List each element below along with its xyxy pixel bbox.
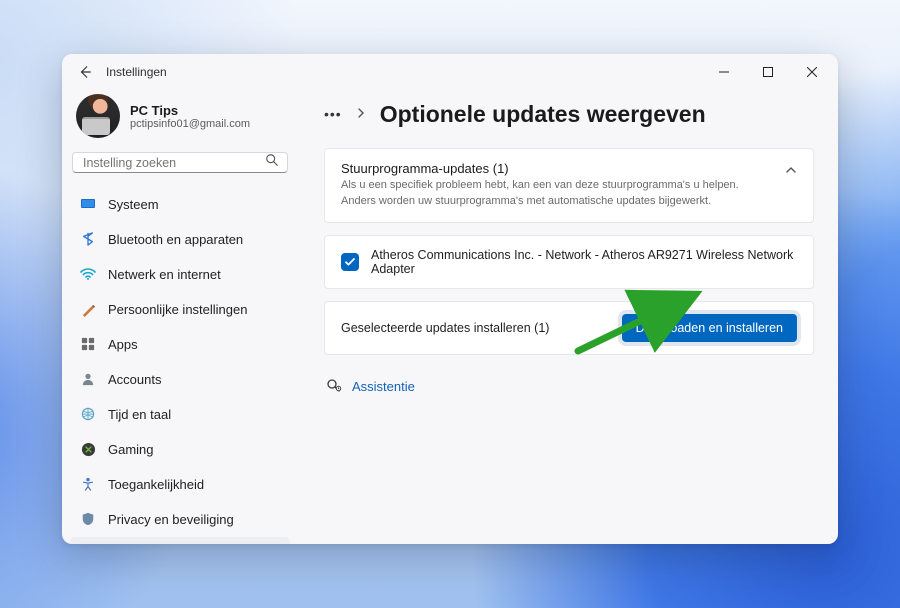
breadcrumb: ••• Optionele updates weergeven xyxy=(324,92,814,136)
sidebar-item-label: Systeem xyxy=(108,197,159,212)
maximize-button[interactable] xyxy=(746,58,790,86)
minimize-button[interactable] xyxy=(702,58,746,86)
sidebar-item-label: Netwerk en internet xyxy=(108,267,221,282)
accessibility-icon xyxy=(80,476,96,492)
search-box[interactable] xyxy=(72,152,288,173)
close-button[interactable] xyxy=(790,58,834,86)
shield-icon xyxy=(80,511,96,527)
sidebar-item-label: Bluetooth en apparaten xyxy=(108,232,243,247)
profile-block[interactable]: PC Tips pctipsinfo01@gmail.com xyxy=(70,90,290,152)
page-title: Optionele updates weergeven xyxy=(380,101,706,128)
help-link[interactable]: Assistentie xyxy=(352,379,415,394)
profile-email: pctipsinfo01@gmail.com xyxy=(130,118,250,130)
sidebar-item-time[interactable]: Tijd en taal xyxy=(70,397,290,431)
install-selected-card: Geselecteerde updates installeren (1) Do… xyxy=(324,301,814,355)
sidebar-item-personalization[interactable]: Persoonlijke instellingen xyxy=(70,292,290,326)
bluetooth-icon xyxy=(80,231,96,247)
help-row: Assistentie xyxy=(324,377,814,396)
apps-icon xyxy=(80,336,96,352)
download-install-button[interactable]: Downloaden en installeren xyxy=(622,314,797,342)
install-selected-label: Geselecteerde updates installeren (1) xyxy=(341,321,610,335)
breadcrumb-overflow-icon[interactable]: ••• xyxy=(324,106,342,122)
help-icon xyxy=(326,377,342,396)
profile-name: PC Tips xyxy=(130,103,250,118)
sidebar: PC Tips pctipsinfo01@gmail.com Systeem B… xyxy=(62,90,298,544)
sidebar-item-label: Privacy en beveiliging xyxy=(108,512,234,527)
search-input[interactable] xyxy=(81,155,265,171)
driver-updates-subtitle: Als u een specifiek probleem hebt, kan e… xyxy=(341,178,761,210)
sidebar-item-label: Tijd en taal xyxy=(108,407,171,422)
chevron-right-icon xyxy=(356,107,366,121)
sidebar-item-gaming[interactable]: Gaming xyxy=(70,432,290,466)
sidebar-item-system[interactable]: Systeem xyxy=(70,187,290,221)
display-icon xyxy=(80,196,96,212)
sidebar-item-label: Apps xyxy=(108,337,138,352)
titlebar: Instellingen xyxy=(62,54,838,90)
sidebar-item-label: Toegankelijkheid xyxy=(108,477,204,492)
sidebar-item-label: Gaming xyxy=(108,442,154,457)
back-button[interactable] xyxy=(76,65,94,79)
settings-window: Instellingen PC Tips pctipsinfo01@gmail.… xyxy=(62,54,838,544)
sidebar-item-label: Accounts xyxy=(108,372,161,387)
sidebar-item-network[interactable]: Netwerk en internet xyxy=(70,257,290,291)
sidebar-item-bluetooth[interactable]: Bluetooth en apparaten xyxy=(70,222,290,256)
gaming-icon xyxy=(80,441,96,457)
main-content: ••• Optionele updates weergeven Stuurpro… xyxy=(298,90,838,544)
sidebar-item-privacy[interactable]: Privacy en beveiliging xyxy=(70,502,290,536)
wifi-icon xyxy=(80,266,96,282)
chevron-up-icon xyxy=(785,163,797,181)
driver-updates-header[interactable]: Stuurprogramma-updates (1) Als u een spe… xyxy=(325,149,813,222)
sidebar-nav: Systeem Bluetooth en apparaten Netwerk e… xyxy=(70,187,290,544)
checkbox-checked[interactable] xyxy=(341,253,359,271)
driver-updates-card: Stuurprogramma-updates (1) Als u een spe… xyxy=(324,148,814,223)
driver-updates-title: Stuurprogramma-updates (1) xyxy=(341,161,777,176)
driver-update-item[interactable]: Atheros Communications Inc. - Network - … xyxy=(324,235,814,289)
paint-icon xyxy=(80,301,96,317)
avatar xyxy=(76,94,120,138)
sidebar-item-label: Persoonlijke instellingen xyxy=(108,302,247,317)
search-icon xyxy=(265,153,279,172)
sidebar-item-accessibility[interactable]: Toegankelijkheid xyxy=(70,467,290,501)
sidebar-item-windows-update[interactable]: Windows Update xyxy=(70,537,290,544)
clock-globe-icon xyxy=(80,406,96,422)
driver-item-label: Atheros Communications Inc. - Network - … xyxy=(371,248,797,276)
sidebar-item-apps[interactable]: Apps xyxy=(70,327,290,361)
window-title: Instellingen xyxy=(106,65,167,79)
sidebar-item-accounts[interactable]: Accounts xyxy=(70,362,290,396)
accounts-icon xyxy=(80,371,96,387)
